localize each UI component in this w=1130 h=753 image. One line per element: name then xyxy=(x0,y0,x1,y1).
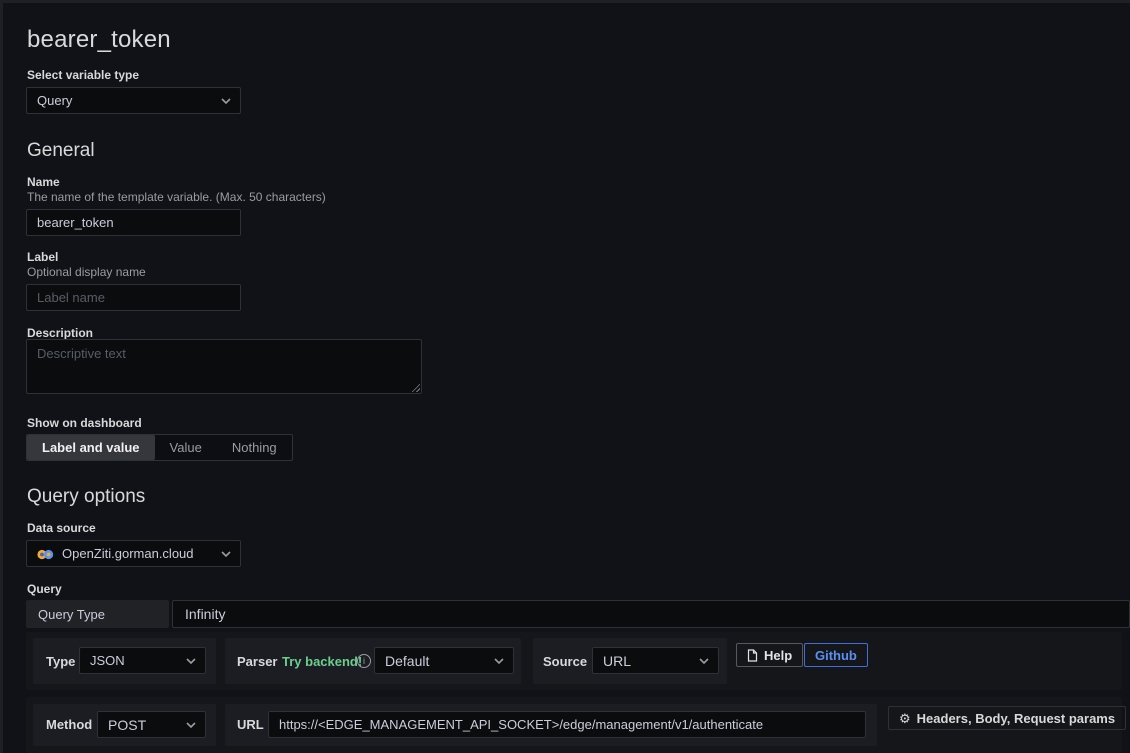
window-edge-left xyxy=(0,0,3,753)
url-label: URL xyxy=(237,717,264,732)
query-label: Query xyxy=(27,582,62,596)
parser-label: Parser xyxy=(237,654,277,669)
method-value: POST xyxy=(108,717,185,733)
variable-type-value: Query xyxy=(37,93,220,108)
query-type-label-box: Query Type xyxy=(26,600,169,628)
source-value: URL xyxy=(603,653,698,669)
method-label: Method xyxy=(46,717,92,732)
method-select[interactable]: POST xyxy=(97,711,206,738)
radio-option-value[interactable]: Value xyxy=(155,435,217,460)
description-label: Description xyxy=(27,326,93,340)
show-on-dashboard-label: Show on dashboard xyxy=(27,416,142,430)
page-title: bearer_token xyxy=(27,26,171,54)
gear-icon: ⚙ xyxy=(899,712,911,725)
chevron-down-icon xyxy=(185,720,197,730)
type-value: JSON xyxy=(90,653,185,668)
source-field-group: Source URL xyxy=(533,638,727,684)
type-select[interactable]: JSON xyxy=(79,647,206,674)
parser-value: Default xyxy=(385,653,493,669)
radio-option-label-and-value[interactable]: Label and value xyxy=(27,435,155,460)
label-input[interactable] xyxy=(26,284,241,311)
label-help-text: Optional display name xyxy=(27,265,146,279)
url-input[interactable] xyxy=(268,711,866,738)
radio-option-nothing[interactable]: Nothing xyxy=(217,435,292,460)
parser-select[interactable]: Default xyxy=(374,647,514,674)
source-label: Source xyxy=(543,654,587,669)
info-icon[interactable]: i xyxy=(357,654,371,668)
query-editor-row-type: Type JSON Parser Try backend! i Default … xyxy=(26,632,1122,690)
description-textarea[interactable] xyxy=(26,339,422,394)
chevron-down-icon xyxy=(220,549,232,559)
chevron-down-icon xyxy=(698,656,710,666)
document-icon xyxy=(747,649,758,662)
method-field-group: Method POST xyxy=(33,704,216,746)
chevron-down-icon xyxy=(185,656,197,666)
help-button[interactable]: Help xyxy=(736,643,803,667)
github-button-label: Github xyxy=(815,648,857,663)
chevron-down-icon xyxy=(493,656,505,666)
variable-type-label: Select variable type xyxy=(27,68,139,82)
label-label: Label xyxy=(27,250,58,264)
url-field-group: URL xyxy=(225,704,877,746)
name-label: Name xyxy=(27,175,60,189)
query-editor-row-url: Method POST URL ⚙ Headers, Body, Request… xyxy=(26,697,1122,753)
name-input[interactable] xyxy=(26,209,241,236)
variable-type-select[interactable]: Query xyxy=(26,87,241,114)
window-edge-top xyxy=(0,0,1130,3)
type-field-group: Type JSON xyxy=(33,638,216,684)
chevron-down-icon xyxy=(220,96,232,106)
source-select[interactable]: URL xyxy=(592,647,719,674)
data-source-select[interactable]: OpenZiti.gorman.cloud xyxy=(26,540,241,567)
help-button-label: Help xyxy=(764,648,792,663)
general-heading: General xyxy=(27,140,95,162)
data-source-label: Data source xyxy=(27,521,96,535)
show-on-dashboard-radio-group: Label and value Value Nothing xyxy=(26,434,293,461)
name-help-text: The name of the template variable. (Max.… xyxy=(27,190,326,204)
github-button[interactable]: Github xyxy=(804,643,868,667)
type-label: Type xyxy=(46,654,75,669)
headers-button-label: Headers, Body, Request params xyxy=(917,711,1115,726)
query-type-field[interactable]: Infinity xyxy=(172,600,1130,628)
parser-field-group: Parser Try backend! i Default xyxy=(225,638,521,684)
parser-try-backend-hint[interactable]: Try backend! xyxy=(282,654,362,669)
data-source-value: OpenZiti.gorman.cloud xyxy=(62,546,220,561)
headers-body-params-button[interactable]: ⚙ Headers, Body, Request params xyxy=(888,706,1126,730)
query-options-heading: Query options xyxy=(27,486,145,508)
infinity-datasource-icon xyxy=(37,548,54,559)
